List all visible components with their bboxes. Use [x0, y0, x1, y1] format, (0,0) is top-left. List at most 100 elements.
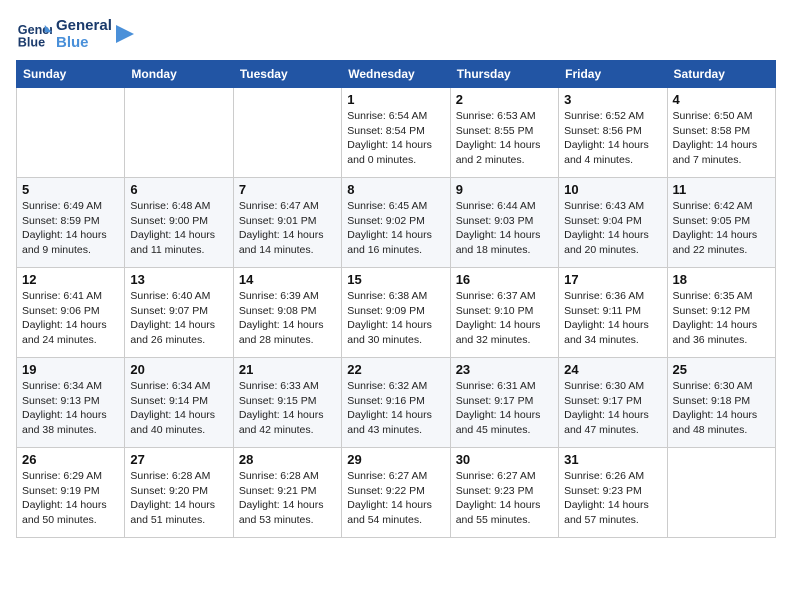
- calendar-cell: 5Sunrise: 6:49 AMSunset: 8:59 PMDaylight…: [17, 178, 125, 268]
- day-info: Sunrise: 6:28 AMSunset: 9:21 PMDaylight:…: [239, 469, 336, 528]
- calendar-cell: 21 Sunrise: 6:33 AMSunset: 9:15 PMDayligh…: [233, 358, 341, 448]
- calendar-cell: 28Sunrise: 6:28 AMSunset: 9:21 PMDayligh…: [233, 448, 341, 538]
- day-number: 13: [130, 272, 227, 287]
- calendar-cell: 23 Sunrise: 6:31 AMSunset: 9:17 PMDayligh…: [450, 358, 558, 448]
- calendar-cell: [667, 448, 775, 538]
- page-header: General Blue General Blue: [16, 16, 776, 52]
- day-info: Sunrise: 6:33 AMSunset: 9:15 PMDaylight:…: [239, 379, 336, 438]
- calendar-cell: 1 Sunrise: 6:54 AMSunset: 8:54 PMDaylight…: [342, 88, 450, 178]
- day-number: 15: [347, 272, 444, 287]
- calendar-cell: 31Sunrise: 6:26 AMSunset: 9:23 PMDayligh…: [559, 448, 667, 538]
- day-number: 22: [347, 362, 444, 377]
- day-info: Sunrise: 6:39 AMSunset: 9:08 PMDaylight:…: [239, 289, 336, 348]
- weekday-header-saturday: Saturday: [667, 61, 775, 88]
- day-number: 30: [456, 452, 553, 467]
- day-info: Sunrise: 6:52 AMSunset: 8:56 PMDaylight:…: [564, 109, 661, 168]
- calendar-cell: 7Sunrise: 6:47 AMSunset: 9:01 PMDaylight…: [233, 178, 341, 268]
- calendar-cell: 8 Sunrise: 6:45 AMSunset: 9:02 PMDaylight…: [342, 178, 450, 268]
- day-number: 12: [22, 272, 119, 287]
- day-info: Sunrise: 6:44 AMSunset: 9:03 PMDaylight:…: [456, 199, 553, 258]
- calendar-cell: 4 Sunrise: 6:50 AMSunset: 8:58 PMDaylight…: [667, 88, 775, 178]
- calendar-cell: 18 Sunrise: 6:35 AMSunset: 9:12 PMDayligh…: [667, 268, 775, 358]
- calendar-week-5: 26 Sunrise: 6:29 AMSunset: 9:19 PMDayligh…: [17, 448, 776, 538]
- calendar-cell: 29Sunrise: 6:27 AMSunset: 9:22 PMDayligh…: [342, 448, 450, 538]
- day-info: Sunrise: 6:32 AMSunset: 9:16 PMDaylight:…: [347, 379, 444, 438]
- day-info: Sunrise: 6:43 AMSunset: 9:04 PMDaylight:…: [564, 199, 661, 258]
- day-number: 21: [239, 362, 336, 377]
- calendar-cell: [17, 88, 125, 178]
- calendar-cell: 20Sunrise: 6:34 AMSunset: 9:14 PMDayligh…: [125, 358, 233, 448]
- day-number: 19: [22, 362, 119, 377]
- calendar-cell: 11 Sunrise: 6:42 AMSunset: 9:05 PMDayligh…: [667, 178, 775, 268]
- calendar-cell: [233, 88, 341, 178]
- day-info: Sunrise: 6:45 AMSunset: 9:02 PMDaylight:…: [347, 199, 444, 258]
- calendar-table: SundayMondayTuesdayWednesdayThursdayFrid…: [16, 60, 776, 538]
- weekday-header-tuesday: Tuesday: [233, 61, 341, 88]
- day-info: Sunrise: 6:31 AMSunset: 9:17 PMDaylight:…: [456, 379, 553, 438]
- day-number: 23: [456, 362, 553, 377]
- day-number: 18: [673, 272, 770, 287]
- calendar-cell: 17 Sunrise: 6:36 AMSunset: 9:11 PMDayligh…: [559, 268, 667, 358]
- day-number: 24: [564, 362, 661, 377]
- day-info: Sunrise: 6:27 AMSunset: 9:23 PMDaylight:…: [456, 469, 553, 528]
- day-number: 6: [130, 182, 227, 197]
- day-info: Sunrise: 6:34 AMSunset: 9:14 PMDaylight:…: [130, 379, 227, 438]
- day-number: 25: [673, 362, 770, 377]
- day-number: 8: [347, 182, 444, 197]
- calendar-cell: 10Sunrise: 6:43 AMSunset: 9:04 PMDayligh…: [559, 178, 667, 268]
- day-info: Sunrise: 6:34 AMSunset: 9:13 PMDaylight:…: [22, 379, 119, 438]
- weekday-header-sunday: Sunday: [17, 61, 125, 88]
- day-info: Sunrise: 6:41 AMSunset: 9:06 PMDaylight:…: [22, 289, 119, 348]
- calendar-cell: 27Sunrise: 6:28 AMSunset: 9:20 PMDayligh…: [125, 448, 233, 538]
- day-info: Sunrise: 6:50 AMSunset: 8:58 PMDaylight:…: [673, 109, 770, 168]
- day-number: 1: [347, 92, 444, 107]
- day-number: 17: [564, 272, 661, 287]
- calendar-week-4: 19 Sunrise: 6:34 AMSunset: 9:13 PMDayligh…: [17, 358, 776, 448]
- day-info: Sunrise: 6:35 AMSunset: 9:12 PMDaylight:…: [673, 289, 770, 348]
- day-info: Sunrise: 6:49 AMSunset: 8:59 PMDaylight:…: [22, 199, 119, 258]
- calendar-cell: 14 Sunrise: 6:39 AMSunset: 9:08 PMDayligh…: [233, 268, 341, 358]
- calendar-cell: 3 Sunrise: 6:52 AMSunset: 8:56 PMDaylight…: [559, 88, 667, 178]
- day-number: 4: [673, 92, 770, 107]
- day-info: Sunrise: 6:36 AMSunset: 9:11 PMDaylight:…: [564, 289, 661, 348]
- day-info: Sunrise: 6:47 AMSunset: 9:01 PMDaylight:…: [239, 199, 336, 258]
- calendar-cell: 2Sunrise: 6:53 AMSunset: 8:55 PMDaylight…: [450, 88, 558, 178]
- day-number: 14: [239, 272, 336, 287]
- calendar-week-3: 12 Sunrise: 6:41 AMSunset: 9:06 PMDayligh…: [17, 268, 776, 358]
- logo-icon: General Blue: [16, 16, 52, 52]
- calendar-cell: [125, 88, 233, 178]
- logo-arrow-icon: [116, 25, 134, 43]
- day-info: Sunrise: 6:30 AMSunset: 9:17 PMDaylight:…: [564, 379, 661, 438]
- calendar-cell: 22 Sunrise: 6:32 AMSunset: 9:16 PMDayligh…: [342, 358, 450, 448]
- calendar-week-1: 1 Sunrise: 6:54 AMSunset: 8:54 PMDaylight…: [17, 88, 776, 178]
- day-number: 31: [564, 452, 661, 467]
- day-number: 11: [673, 182, 770, 197]
- day-number: 9: [456, 182, 553, 197]
- day-info: Sunrise: 6:29 AMSunset: 9:19 PMDaylight:…: [22, 469, 119, 528]
- calendar-cell: 16 Sunrise: 6:37 AMSunset: 9:10 PMDayligh…: [450, 268, 558, 358]
- svg-text:Blue: Blue: [18, 36, 45, 50]
- day-info: Sunrise: 6:28 AMSunset: 9:20 PMDaylight:…: [130, 469, 227, 528]
- day-info: Sunrise: 6:42 AMSunset: 9:05 PMDaylight:…: [673, 199, 770, 258]
- calendar-cell: 24 Sunrise: 6:30 AMSunset: 9:17 PMDayligh…: [559, 358, 667, 448]
- calendar-week-2: 5Sunrise: 6:49 AMSunset: 8:59 PMDaylight…: [17, 178, 776, 268]
- day-number: 2: [456, 92, 553, 107]
- calendar-cell: 30 Sunrise: 6:27 AMSunset: 9:23 PMDayligh…: [450, 448, 558, 538]
- calendar-cell: 19 Sunrise: 6:34 AMSunset: 9:13 PMDayligh…: [17, 358, 125, 448]
- day-info: Sunrise: 6:54 AMSunset: 8:54 PMDaylight:…: [347, 109, 444, 168]
- day-info: Sunrise: 6:30 AMSunset: 9:18 PMDaylight:…: [673, 379, 770, 438]
- day-info: Sunrise: 6:38 AMSunset: 9:09 PMDaylight:…: [347, 289, 444, 348]
- day-number: 16: [456, 272, 553, 287]
- day-number: 26: [22, 452, 119, 467]
- day-info: Sunrise: 6:27 AMSunset: 9:22 PMDaylight:…: [347, 469, 444, 528]
- calendar-cell: 26 Sunrise: 6:29 AMSunset: 9:19 PMDayligh…: [17, 448, 125, 538]
- day-number: 3: [564, 92, 661, 107]
- calendar-cell: 25 Sunrise: 6:30 AMSunset: 9:18 PMDayligh…: [667, 358, 775, 448]
- calendar-cell: 13Sunrise: 6:40 AMSunset: 9:07 PMDayligh…: [125, 268, 233, 358]
- weekday-header-row: SundayMondayTuesdayWednesdayThursdayFrid…: [17, 61, 776, 88]
- day-info: Sunrise: 6:37 AMSunset: 9:10 PMDaylight:…: [456, 289, 553, 348]
- day-info: Sunrise: 6:48 AMSunset: 9:00 PMDaylight:…: [130, 199, 227, 258]
- weekday-header-thursday: Thursday: [450, 61, 558, 88]
- calendar-cell: 6 Sunrise: 6:48 AMSunset: 9:00 PMDaylight…: [125, 178, 233, 268]
- logo-general: General: [56, 17, 112, 34]
